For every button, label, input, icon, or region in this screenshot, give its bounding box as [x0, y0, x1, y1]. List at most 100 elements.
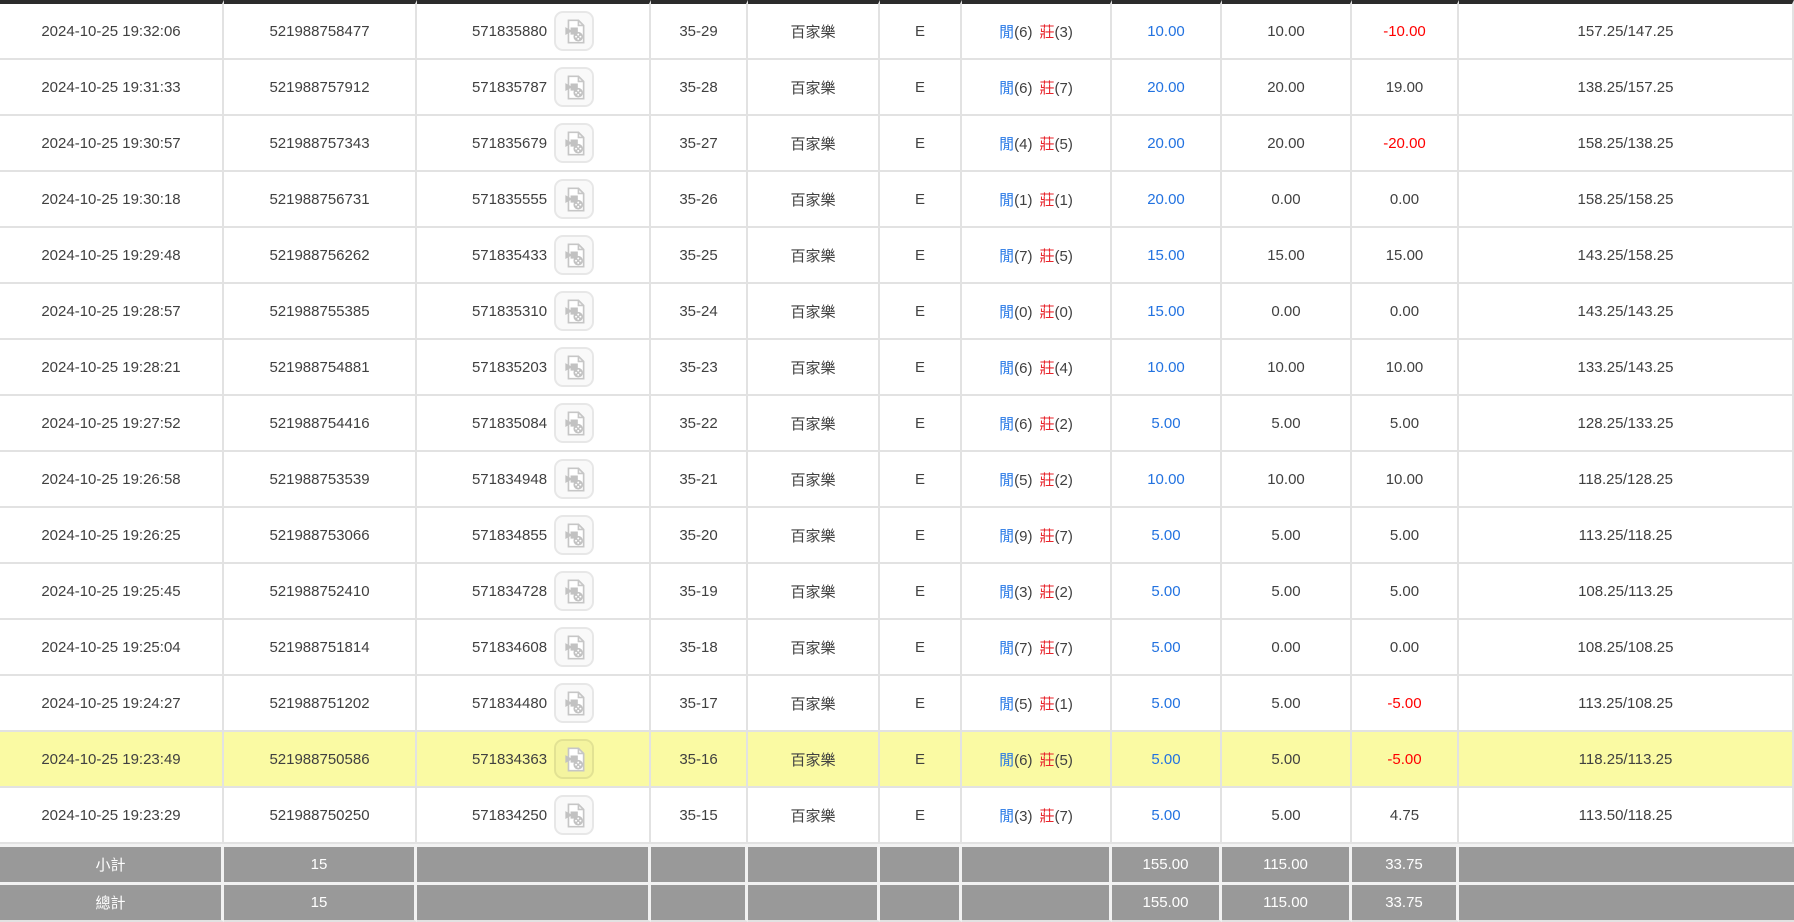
- video-replay-button[interactable]: [554, 459, 594, 499]
- bet-record-row[interactable]: 2024-10-25 19:24:27 521988751202 5718344…: [0, 676, 1794, 732]
- video-replay-button[interactable]: [554, 571, 594, 611]
- bet-record-row[interactable]: 2024-10-25 19:32:06 521988758477 5718358…: [0, 0, 1794, 60]
- summary-count-cell: 15: [224, 844, 417, 882]
- bet-record-row[interactable]: 2024-10-25 19:27:52 521988754416 5718350…: [0, 396, 1794, 452]
- bet-amount-cell: 10.00: [1112, 452, 1222, 508]
- result-cell: 閒(5)莊(2): [962, 452, 1112, 508]
- game-id-cell: 571835787: [417, 60, 651, 116]
- bet-record-row[interactable]: 2024-10-25 19:28:57 521988755385 5718353…: [0, 284, 1794, 340]
- banker-label: 莊: [1040, 304, 1055, 321]
- player-score: (7): [1014, 640, 1032, 657]
- player-score: (5): [1014, 472, 1032, 489]
- bet-amount-cell: 5.00: [1112, 396, 1222, 452]
- video-replay-button[interactable]: [554, 67, 594, 107]
- banker-label: 莊: [1040, 192, 1055, 209]
- video-replay-button[interactable]: [554, 235, 594, 275]
- player-label: 閒: [999, 304, 1014, 321]
- result-cell: 閒(4)莊(5): [962, 116, 1112, 172]
- video-replay-button[interactable]: [554, 515, 594, 555]
- game-id-text: 571834250: [472, 807, 547, 824]
- player-score: (3): [1014, 808, 1032, 825]
- bet-record-row[interactable]: 2024-10-25 19:26:25 521988753066 5718348…: [0, 508, 1794, 564]
- game-id-cell: 571834728: [417, 564, 651, 620]
- player-score: (5): [1014, 696, 1032, 713]
- winloss-cell: -20.00: [1352, 116, 1459, 172]
- bet-record-row[interactable]: 2024-10-25 19:25:45 521988752410 5718347…: [0, 564, 1794, 620]
- player-score: (4): [1014, 136, 1032, 153]
- player-score: (6): [1014, 24, 1032, 41]
- bet-record-row[interactable]: 2024-10-25 19:31:33 521988757912 5718357…: [0, 60, 1794, 116]
- table-cell: E: [880, 564, 962, 620]
- round-cell: 35-28: [651, 60, 748, 116]
- result-cell: 閒(5)莊(1): [962, 676, 1112, 732]
- video-replay-button[interactable]: [554, 739, 594, 779]
- bet-id-cell: 521988753066: [224, 508, 417, 564]
- video-replay-button[interactable]: [554, 627, 594, 667]
- game-type-cell: 百家樂: [748, 116, 880, 172]
- table-cell: E: [880, 732, 962, 788]
- video-replay-button[interactable]: [554, 347, 594, 387]
- table-cell: E: [880, 0, 962, 60]
- summary-winloss-cell: 33.75: [1352, 844, 1459, 882]
- bet-record-row[interactable]: 2024-10-25 19:26:58 521988753539 5718349…: [0, 452, 1794, 508]
- time-cell: 2024-10-25 19:30:18: [0, 172, 224, 228]
- time-cell: 2024-10-25 19:25:45: [0, 564, 224, 620]
- result-cell: 閒(6)莊(7): [962, 60, 1112, 116]
- game-type-cell: 百家樂: [748, 284, 880, 340]
- bet-record-row[interactable]: 2024-10-25 19:23:49 521988750586 5718343…: [0, 732, 1794, 788]
- summary-empty-cell: [962, 882, 1112, 922]
- time-cell: 2024-10-25 19:32:06: [0, 0, 224, 60]
- video-replay-icon: [561, 354, 588, 381]
- banker-score: (1): [1055, 192, 1073, 209]
- video-replay-button[interactable]: [554, 123, 594, 163]
- video-replay-button[interactable]: [554, 179, 594, 219]
- round-cell: 35-23: [651, 340, 748, 396]
- bet-id-cell: 521988757912: [224, 60, 417, 116]
- bet-amount-cell: 20.00: [1112, 172, 1222, 228]
- game-id-text: 571834855: [472, 527, 547, 544]
- table-cell: E: [880, 788, 962, 844]
- table-cell: E: [880, 676, 962, 732]
- video-replay-button[interactable]: [554, 291, 594, 331]
- summary-bet-cell: 155.00: [1112, 844, 1222, 882]
- player-label: 閒: [999, 24, 1014, 41]
- player-score: (1): [1014, 192, 1032, 209]
- balance-cell: 133.25/143.25: [1459, 340, 1794, 396]
- valid-amount-cell: 10.00: [1222, 0, 1352, 60]
- player-score: (6): [1014, 80, 1032, 97]
- game-id-text: 571834948: [472, 471, 547, 488]
- video-replay-button[interactable]: [554, 403, 594, 443]
- player-label: 閒: [999, 416, 1014, 433]
- bet-record-row[interactable]: 2024-10-25 19:30:57 521988757343 5718356…: [0, 116, 1794, 172]
- balance-cell: 138.25/157.25: [1459, 60, 1794, 116]
- bet-record-row[interactable]: 2024-10-25 19:30:18 521988756731 5718355…: [0, 172, 1794, 228]
- winloss-cell: -5.00: [1352, 732, 1459, 788]
- result-cell: 閒(7)莊(7): [962, 620, 1112, 676]
- bet-record-row[interactable]: 2024-10-25 19:25:04 521988751814 5718346…: [0, 620, 1794, 676]
- video-replay-button[interactable]: [554, 11, 594, 51]
- banker-score: (2): [1055, 584, 1073, 601]
- valid-amount-cell: 5.00: [1222, 788, 1352, 844]
- player-score: (6): [1014, 416, 1032, 433]
- player-label: 閒: [999, 808, 1014, 825]
- video-replay-icon: [561, 410, 588, 437]
- video-replay-button[interactable]: [554, 795, 594, 835]
- summary-empty-cell: [748, 882, 880, 922]
- bet-record-row[interactable]: 2024-10-25 19:29:48 521988756262 5718354…: [0, 228, 1794, 284]
- bet-record-row[interactable]: 2024-10-25 19:23:29 521988750250 5718342…: [0, 788, 1794, 844]
- balance-cell: 143.25/143.25: [1459, 284, 1794, 340]
- game-type-cell: 百家樂: [748, 732, 880, 788]
- bet-record-row[interactable]: 2024-10-25 19:28:21 521988754881 5718352…: [0, 340, 1794, 396]
- winloss-cell: 10.00: [1352, 452, 1459, 508]
- balance-cell: 143.25/158.25: [1459, 228, 1794, 284]
- winloss-cell: -5.00: [1352, 676, 1459, 732]
- game-id-text: 571834363: [472, 751, 547, 768]
- summary-empty-cell: [651, 844, 748, 882]
- result-cell: 閒(3)莊(7): [962, 788, 1112, 844]
- video-replay-button[interactable]: [554, 683, 594, 723]
- summary-valid-cell: 115.00: [1222, 844, 1352, 882]
- round-cell: 35-22: [651, 396, 748, 452]
- round-cell: 35-26: [651, 172, 748, 228]
- balance-cell: 157.25/147.25: [1459, 0, 1794, 60]
- game-type-cell: 百家樂: [748, 676, 880, 732]
